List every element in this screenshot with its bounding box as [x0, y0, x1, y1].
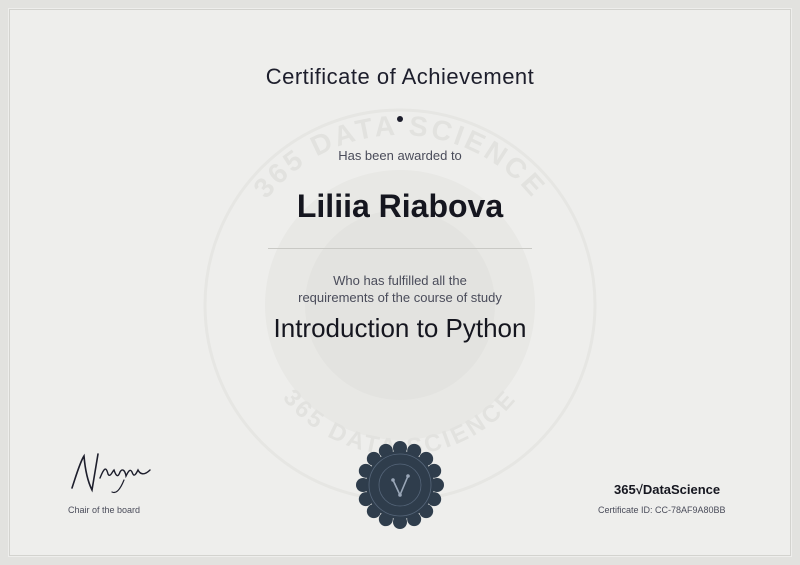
- divider-dot: [397, 116, 403, 122]
- fulfilled-text-line2: requirements of the course of study: [298, 290, 502, 305]
- awarded-label: Has been awarded to: [338, 148, 462, 163]
- seal-icon: [356, 441, 444, 529]
- recipient-name: Liliia Riabova: [296, 188, 504, 224]
- brand-logo: 365√DataScience: [614, 482, 721, 497]
- signature-icon: [71, 453, 151, 494]
- chair-of-board-label: Chair of the board: [68, 505, 141, 515]
- fulfilled-text-line1: Who has fulfilled all the: [333, 273, 467, 288]
- course-name: Introduction to Python: [273, 313, 527, 343]
- certificate: 365 DATA SCIENCE 365 DATA SCIENCE Certif…: [0, 0, 800, 565]
- certificate-title: Certificate of Achievement: [265, 64, 535, 89]
- certificate-id-value: CC-78AF9A80BB: [655, 505, 726, 515]
- divider-line: [268, 248, 532, 249]
- certificate-id-label: Certificate ID:: [598, 505, 653, 515]
- certificate-id: Certificate ID: CC-78AF9A80BB: [598, 505, 726, 515]
